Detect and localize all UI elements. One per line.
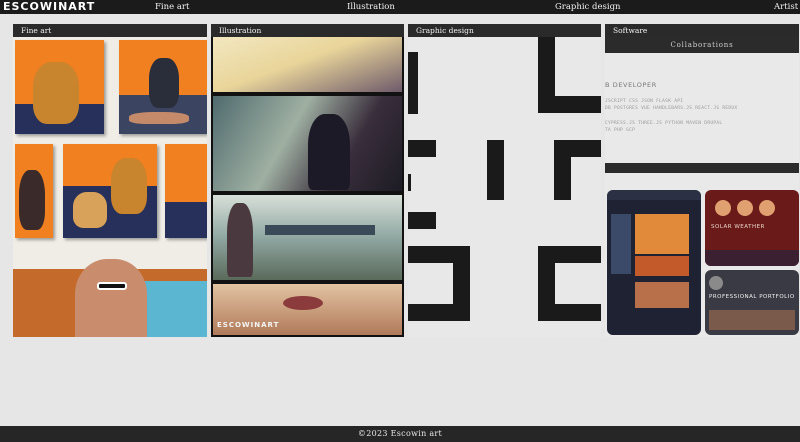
logo-mark-shape <box>538 304 601 321</box>
gallery-strip: Fine art Illustration ESCOWINART Graphic… <box>13 24 799 337</box>
project-card-gallery[interactable] <box>607 190 701 335</box>
tech-stack-line: CYPRESS.JS THREE.JS PYTHON MAVEN DRUPAL <box>605 121 723 126</box>
nav-link-graphic-design[interactable]: Graphic design <box>555 0 621 14</box>
painting-edge <box>165 144 207 238</box>
panel-illustration[interactable]: Illustration ESCOWINART <box>211 24 404 337</box>
logo-text: ESCOWINART <box>3 0 96 13</box>
panel-graphic-design[interactable]: Graphic design <box>408 24 601 337</box>
illustration-frame-1 <box>213 37 402 92</box>
painting-blue-sitter <box>119 40 207 134</box>
logo-mark-shape <box>538 96 601 113</box>
site-logo[interactable]: ESCOWINART <box>3 0 118 13</box>
panel-title-graphic-design: Graphic design <box>416 26 474 35</box>
artist-photo <box>75 259 147 337</box>
nav-link-artist[interactable]: Artist <box>774 0 798 14</box>
panel-software[interactable]: Software Collaborations B DEVELOPER JSCR… <box>605 24 799 337</box>
panel-header: Illustration <box>211 24 404 37</box>
collaborations-label[interactable]: Collaborations <box>605 37 799 53</box>
panel-header: Fine art <box>13 24 207 37</box>
top-nav: ESCOWINART Fine art Illustration Graphic… <box>0 0 800 14</box>
panel-title-fine-art: Fine art <box>21 26 52 35</box>
sunglasses <box>97 282 127 290</box>
footer: ©2023 Escowin art <box>0 426 800 442</box>
illustration-frame-4: ESCOWINART <box>213 284 402 335</box>
painting-seated-figure <box>15 40 104 134</box>
nav-link-illustration[interactable]: Illustration <box>347 0 395 14</box>
panel-title-software: Software <box>613 26 648 35</box>
panel-header: Software <box>605 24 799 37</box>
logo-mark-shape <box>408 212 436 229</box>
developer-role: B DEVELOPER <box>605 81 657 89</box>
section-divider <box>605 163 799 173</box>
project-card-solar-weather[interactable]: SOLAR WEATHER <box>705 190 799 266</box>
panel-header: Graphic design <box>408 24 601 37</box>
panel-title-illustration: Illustration <box>219 26 262 35</box>
illustration-frame-2 <box>213 96 402 191</box>
tech-stack-line: DB POSTGRES VUE HANDLEBARS.JS REACT.JS R… <box>605 106 738 111</box>
painting-tall-figure <box>15 144 53 238</box>
panel-fine-art[interactable]: Fine art <box>13 24 207 337</box>
logo-mark-shape <box>408 140 436 157</box>
nav-link-fine-art[interactable]: Fine art <box>155 0 189 14</box>
collaborations-bar: Collaborations <box>605 37 799 53</box>
logo-mark-shape <box>408 52 418 114</box>
card-title-portfolio: PROFESSIONAL PORTFOLIO <box>709 294 795 300</box>
tech-stack-line: TA PHP GCP <box>605 128 636 133</box>
logo-mark-shape <box>554 140 571 200</box>
logo-mark-shape <box>408 304 470 321</box>
painting-crouched-figure <box>63 144 157 238</box>
logo-mark-shape <box>408 174 411 191</box>
tech-stack-line: JSCRIPT CSS JSON FLASK API <box>605 99 684 104</box>
logo-mark-shape <box>487 140 504 200</box>
footer-copyright: ©2023 Escowin art <box>357 429 443 438</box>
illustration-frame-3 <box>213 195 402 280</box>
project-card-portfolio[interactable]: PROFESSIONAL PORTFOLIO <box>705 270 799 335</box>
card-title-solar-weather: SOLAR WEATHER <box>711 224 765 230</box>
illustration-signature: ESCOWINART <box>217 321 280 329</box>
